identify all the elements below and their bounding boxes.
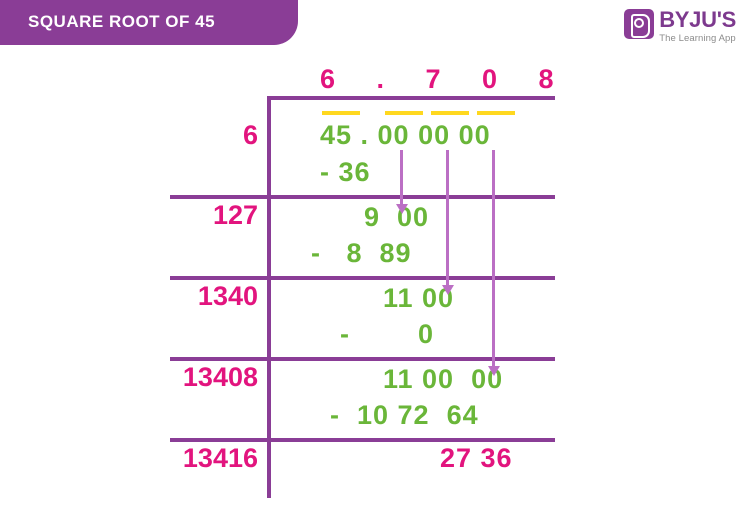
row-separator-2: [170, 276, 555, 280]
bring-down-line-3: [492, 150, 495, 367]
divisor-row-5: 13416: [182, 443, 258, 473]
pair-overline-3: [431, 111, 469, 115]
quotient-rule: [267, 96, 555, 100]
pair-overline-1: [322, 111, 360, 115]
divisor-row-3: 1340: [197, 281, 258, 311]
dividend-value: 45 . 00 00 00: [320, 120, 491, 150]
row-separator-3: [170, 357, 555, 361]
pair-overline-4: [477, 111, 515, 115]
row-separator-1: [170, 195, 555, 199]
divisor-row-2: 127: [212, 200, 258, 230]
bring-down-arrow-2: [441, 270, 454, 295]
bring-down-arrow-3: [487, 350, 500, 376]
subtract-row-2: - 8 89: [311, 238, 412, 268]
bring-down-row-4: 11 00 00: [383, 364, 504, 394]
row-separator-4: [170, 438, 555, 442]
subtract-row-1: - 36: [320, 157, 371, 187]
divisor-row-4: 13408: [182, 362, 258, 392]
bring-down-arrow-1: [395, 150, 408, 214]
final-remainder: 27 36: [440, 443, 513, 473]
bring-down-line-2: [446, 150, 449, 286]
quotient-value: 6 . 7 0 8: [320, 64, 571, 94]
long-division-worksheet: 6 . 7 0 8 6 45 . 00 00 00 - 36 127 9 00 …: [0, 0, 750, 526]
subtract-row-4: - 10 72 64: [330, 400, 479, 430]
subtract-row-3: - 0: [340, 319, 435, 349]
pair-overline-2: [385, 111, 423, 115]
divisor-row-1: 6: [242, 120, 258, 150]
